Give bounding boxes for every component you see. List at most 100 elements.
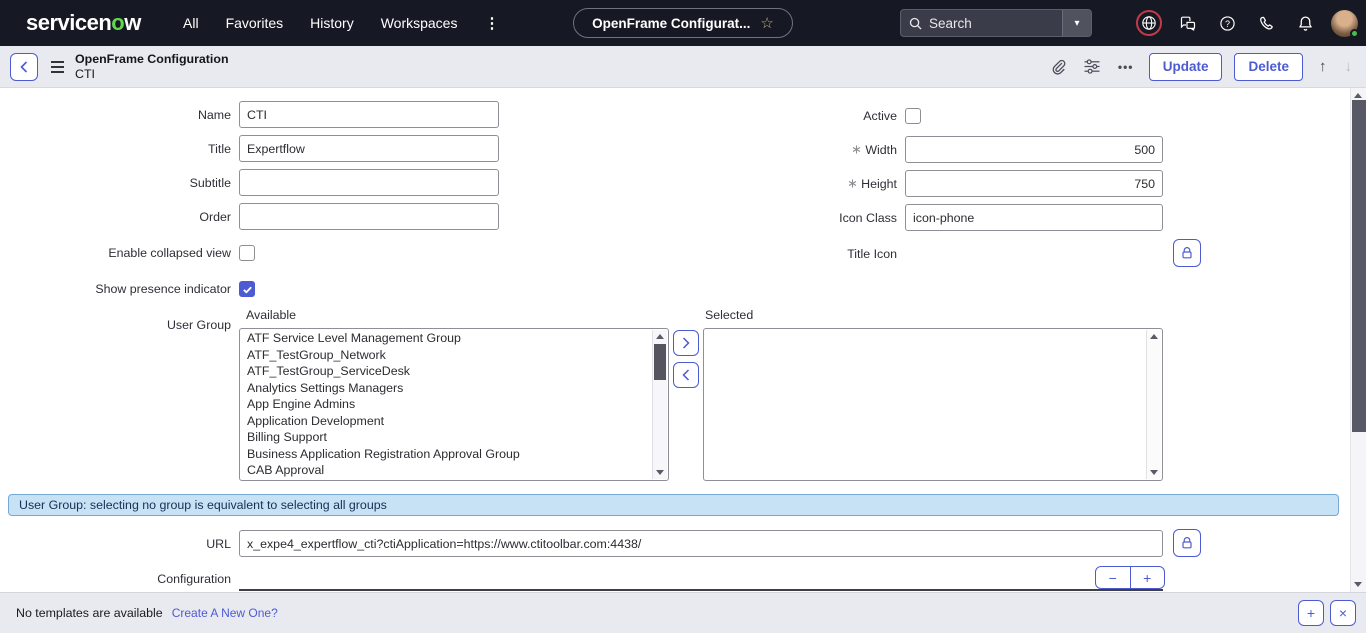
- scrollbar-thumb[interactable]: [654, 344, 666, 380]
- list-item[interactable]: CAB Approval: [240, 462, 652, 479]
- next-record-button[interactable]: ↓: [1345, 58, 1353, 75]
- available-scrollbar[interactable]: [652, 330, 667, 479]
- list-item[interactable]: Business Application Registration Approv…: [240, 446, 652, 463]
- url-lock-button[interactable]: [1173, 529, 1201, 557]
- nav-more-icon[interactable]: ⋮: [484, 14, 499, 32]
- paperclip-icon: [1050, 59, 1066, 75]
- order-field[interactable]: [239, 203, 499, 230]
- scroll-down-icon[interactable]: [656, 470, 664, 475]
- required-icon: [852, 145, 861, 154]
- add-template-button[interactable]: +: [1298, 600, 1324, 626]
- search-icon: [909, 17, 922, 30]
- selected-scrollbar[interactable]: [1146, 330, 1161, 479]
- logo-text-end: w: [124, 10, 141, 36]
- scroll-down-icon[interactable]: [1354, 582, 1362, 587]
- icon-class-field[interactable]: [905, 204, 1163, 231]
- move-left-button[interactable]: [673, 362, 699, 388]
- record-name: CTI: [75, 67, 229, 82]
- svg-text:?: ?: [1224, 18, 1229, 28]
- servicenow-logo: servicenow: [26, 0, 141, 46]
- top-header: servicenow All Favorites History Workspa…: [0, 0, 1366, 46]
- close-template-bar-button[interactable]: ×: [1330, 600, 1356, 626]
- increase-button[interactable]: +: [1131, 567, 1165, 588]
- check-icon: [242, 284, 253, 295]
- user-group-label: User Group: [0, 317, 231, 333]
- subtitle-label: Subtitle: [0, 169, 231, 196]
- lock-icon: [1179, 535, 1195, 551]
- scroll-up-icon[interactable]: [1354, 93, 1362, 98]
- active-checkbox[interactable]: [905, 108, 921, 124]
- name-field[interactable]: [239, 101, 499, 128]
- info-banner: User Group: selecting no group is equiva…: [8, 494, 1339, 516]
- show-presence-indicator-checkbox[interactable]: [239, 281, 255, 297]
- enable-collapsed-view-checkbox[interactable]: [239, 245, 255, 261]
- configuration-editor-edge: [239, 589, 1163, 591]
- globe-button[interactable]: [1136, 10, 1162, 36]
- list-item[interactable]: Billing Support: [240, 429, 652, 446]
- user-avatar[interactable]: [1331, 10, 1358, 37]
- list-item[interactable]: ATF Service Level Management Group: [240, 330, 652, 347]
- personalize-form-button[interactable]: [1081, 56, 1103, 78]
- available-listbox[interactable]: ATF Service Level Management GroupATF_Te…: [239, 328, 669, 481]
- list-item[interactable]: App Engine Admins: [240, 396, 652, 413]
- required-icon: [848, 179, 857, 188]
- scroll-down-icon[interactable]: [1150, 470, 1158, 475]
- search-scope-dropdown[interactable]: ▾: [1062, 10, 1091, 36]
- nav-favorites[interactable]: Favorites: [226, 15, 284, 31]
- globe-icon: [1141, 15, 1157, 31]
- list-item[interactable]: Application Development: [240, 413, 652, 430]
- phone-button[interactable]: [1253, 10, 1279, 36]
- list-item[interactable]: Capacity Mgmt: [240, 479, 652, 480]
- list-item[interactable]: ATF_TestGroup_Network: [240, 347, 652, 364]
- chevron-down-icon: ▾: [1074, 18, 1079, 29]
- available-heading: Available: [246, 308, 296, 322]
- available-list: ATF Service Level Management GroupATF_Te…: [240, 330, 652, 479]
- list-item[interactable]: Analytics Settings Managers: [240, 380, 652, 397]
- lock-icon: [1179, 245, 1195, 261]
- notifications-button[interactable]: [1292, 10, 1318, 36]
- search-input[interactable]: [922, 16, 1062, 31]
- create-template-link[interactable]: Create A New One?: [172, 606, 278, 620]
- chevron-left-icon: [682, 369, 690, 381]
- title-icon-label: Title Icon: [660, 246, 897, 262]
- main-scrollbar[interactable]: [1350, 88, 1366, 592]
- chevron-right-icon: [682, 337, 690, 349]
- context-pill[interactable]: OpenFrame Configurat... ☆: [573, 8, 793, 38]
- url-label: URL: [0, 530, 231, 557]
- record-type: OpenFrame Configuration: [75, 52, 229, 67]
- nav-workspaces[interactable]: Workspaces: [381, 15, 458, 31]
- title-field[interactable]: [239, 135, 499, 162]
- scroll-up-icon[interactable]: [1150, 334, 1158, 339]
- favorite-star-icon[interactable]: ☆: [760, 14, 773, 32]
- help-button[interactable]: ?: [1214, 10, 1240, 36]
- delete-button[interactable]: Delete: [1234, 53, 1303, 81]
- attachment-button[interactable]: [1047, 56, 1069, 78]
- header-actions: ?: [1136, 0, 1358, 46]
- scrollbar-thumb[interactable]: [1352, 100, 1366, 432]
- more-options-button[interactable]: •••: [1115, 56, 1137, 78]
- move-right-button[interactable]: [673, 330, 699, 356]
- plus-icon: +: [1307, 605, 1315, 621]
- height-field[interactable]: [905, 170, 1163, 197]
- record-toolbar: OpenFrame Configuration CTI ••• Update D…: [0, 46, 1366, 88]
- update-button[interactable]: Update: [1149, 53, 1223, 81]
- width-field[interactable]: [905, 136, 1163, 163]
- previous-record-button[interactable]: ↑: [1319, 58, 1327, 75]
- nav-history[interactable]: History: [310, 15, 354, 31]
- chat-button[interactable]: [1175, 10, 1201, 36]
- decrease-button[interactable]: −: [1096, 567, 1131, 588]
- back-button[interactable]: [10, 53, 38, 81]
- url-field[interactable]: [239, 530, 1163, 557]
- list-item[interactable]: ATF_TestGroup_ServiceDesk: [240, 363, 652, 380]
- active-label: Active: [660, 108, 897, 124]
- title-icon-lock-button[interactable]: [1173, 239, 1201, 267]
- form-context-menu-icon[interactable]: [51, 61, 64, 73]
- template-message: No templates are available: [16, 606, 163, 620]
- form-body: Name Title Subtitle Order Enable collaps…: [0, 88, 1366, 592]
- scroll-up-icon[interactable]: [656, 334, 664, 339]
- subtitle-field[interactable]: [239, 169, 499, 196]
- selected-listbox[interactable]: [703, 328, 1163, 481]
- bell-icon: [1297, 15, 1314, 32]
- nav-all[interactable]: All: [183, 15, 199, 31]
- context-pill-label: OpenFrame Configurat...: [592, 16, 750, 31]
